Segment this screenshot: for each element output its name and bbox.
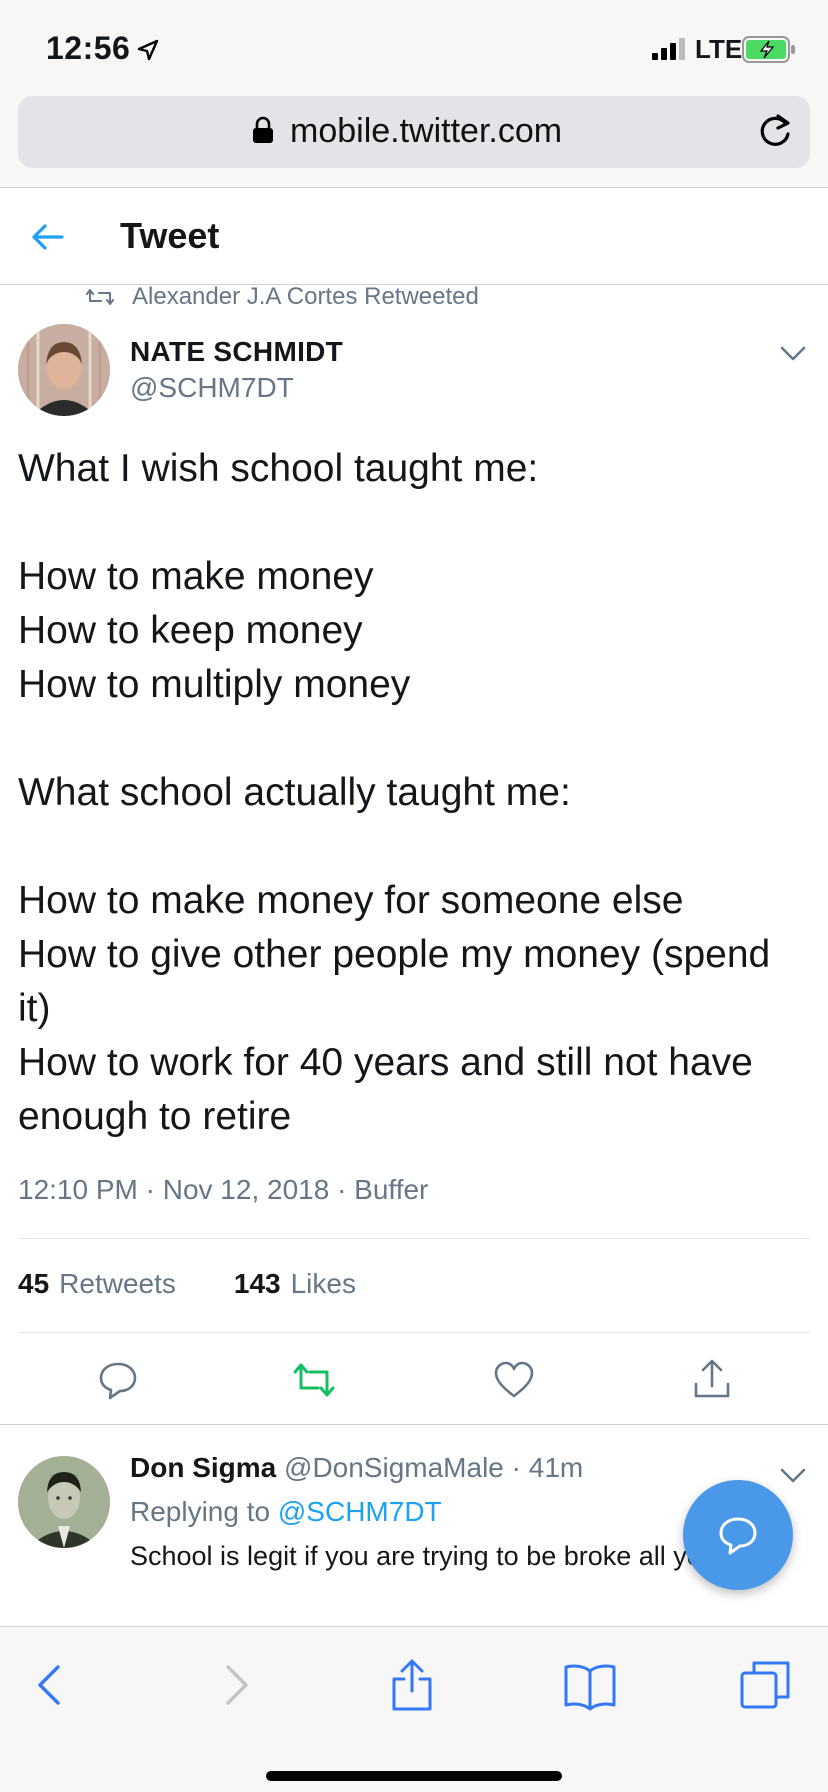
reply-author-name[interactable]: Don Sigma	[130, 1452, 276, 1483]
lock-icon	[253, 116, 273, 143]
author-handle[interactable]: @SCHM7DT	[130, 372, 294, 404]
tweet-line: How to work for 40 years and still not h…	[18, 1041, 753, 1084]
tweet-line: How to make money for someone else	[18, 879, 684, 922]
likes-stat[interactable]: 143 Likes	[234, 1268, 356, 1300]
chevron-down-icon[interactable]	[778, 338, 808, 368]
author-name[interactable]: NATE SCHMIDT	[130, 336, 343, 368]
tweet-text: What I wish school taught me: How to mak…	[18, 442, 818, 1144]
reply-header: Don Sigma @DonSigmaMale · 41m	[130, 1452, 583, 1484]
tweet-line: How to make money	[18, 555, 374, 598]
retweets-stat[interactable]: 45 Retweets	[18, 1268, 176, 1300]
likes-label: Likes	[290, 1268, 356, 1299]
network-label: LTE	[695, 34, 743, 64]
reload-icon[interactable]	[756, 112, 794, 150]
tweet-stats: 45 Retweets 143 Likes	[18, 1268, 414, 1300]
safari-share-icon[interactable]	[384, 1657, 440, 1713]
author-avatar-image	[18, 324, 110, 416]
tweet-line: How to give other people my money (spend	[18, 933, 771, 976]
bookmarks-icon[interactable]	[562, 1657, 618, 1713]
page-header: Tweet	[0, 189, 828, 285]
tweet-line: What school actually taught me:	[18, 771, 571, 814]
safari-back-icon[interactable]	[24, 1657, 80, 1713]
browser-chrome: 12:56 LTE mobile.twitter.com	[0, 0, 828, 188]
compose-icon	[719, 1517, 757, 1555]
divider	[18, 1332, 810, 1333]
retweets-count: 45	[18, 1268, 50, 1299]
back-arrow-icon[interactable]	[30, 219, 66, 255]
url-text: mobile.twitter.com	[290, 112, 563, 150]
location-arrow-icon	[137, 39, 159, 61]
page-title: Tweet	[120, 215, 220, 256]
replying-to-mention[interactable]: @SCHM7DT	[278, 1496, 442, 1527]
reply-icon[interactable]	[96, 1358, 140, 1402]
battery-icon	[742, 36, 795, 63]
likes-count: 143	[233, 1268, 281, 1299]
browser-toolbar	[0, 1626, 828, 1792]
share-icon[interactable]	[690, 1358, 734, 1402]
replying-to: Replying to @SCHM7DT	[130, 1496, 442, 1528]
author-avatar[interactable]	[18, 324, 110, 416]
replying-to-prefix: Replying to	[130, 1496, 271, 1527]
home-indicator	[266, 1771, 562, 1781]
retweet-icon	[86, 289, 114, 305]
tweet-line: enough to retire	[18, 1095, 292, 1138]
url-bar[interactable]: mobile.twitter.com	[18, 96, 810, 168]
retweet-context-text: Alexander J.A Cortes Retweeted	[132, 283, 479, 310]
retweet-context[interactable]: Alexander J.A Cortes Retweeted	[86, 282, 479, 312]
retweets-label: Retweets	[59, 1268, 176, 1299]
status-time: 12:56	[46, 30, 131, 66]
divider	[18, 1238, 810, 1239]
reply-avatar[interactable]	[18, 1456, 110, 1548]
reply-time: · 41m	[511, 1452, 584, 1483]
reply-author-handle[interactable]: @DonSigmaMale	[284, 1452, 504, 1483]
safari-forward-icon[interactable]	[206, 1657, 262, 1713]
chevron-down-icon[interactable]	[778, 1460, 808, 1490]
section-divider	[0, 1424, 828, 1425]
tweet-line: How to keep money	[18, 609, 363, 652]
tweet-meta: 12:10 PM · Nov 12, 2018 · Buffer	[18, 1174, 429, 1205]
tweet-actions	[0, 1352, 828, 1408]
signal-icon	[652, 38, 685, 60]
like-icon[interactable]	[492, 1358, 536, 1402]
tabs-icon[interactable]	[738, 1657, 794, 1713]
reply-avatar-image	[18, 1456, 110, 1548]
tweet-line: How to multiply money	[18, 663, 411, 706]
tweet-line: it)	[18, 987, 51, 1030]
tweet-line: What I wish school taught me:	[18, 447, 539, 490]
compose-button[interactable]	[683, 1480, 793, 1590]
retweet-icon[interactable]	[292, 1358, 336, 1402]
